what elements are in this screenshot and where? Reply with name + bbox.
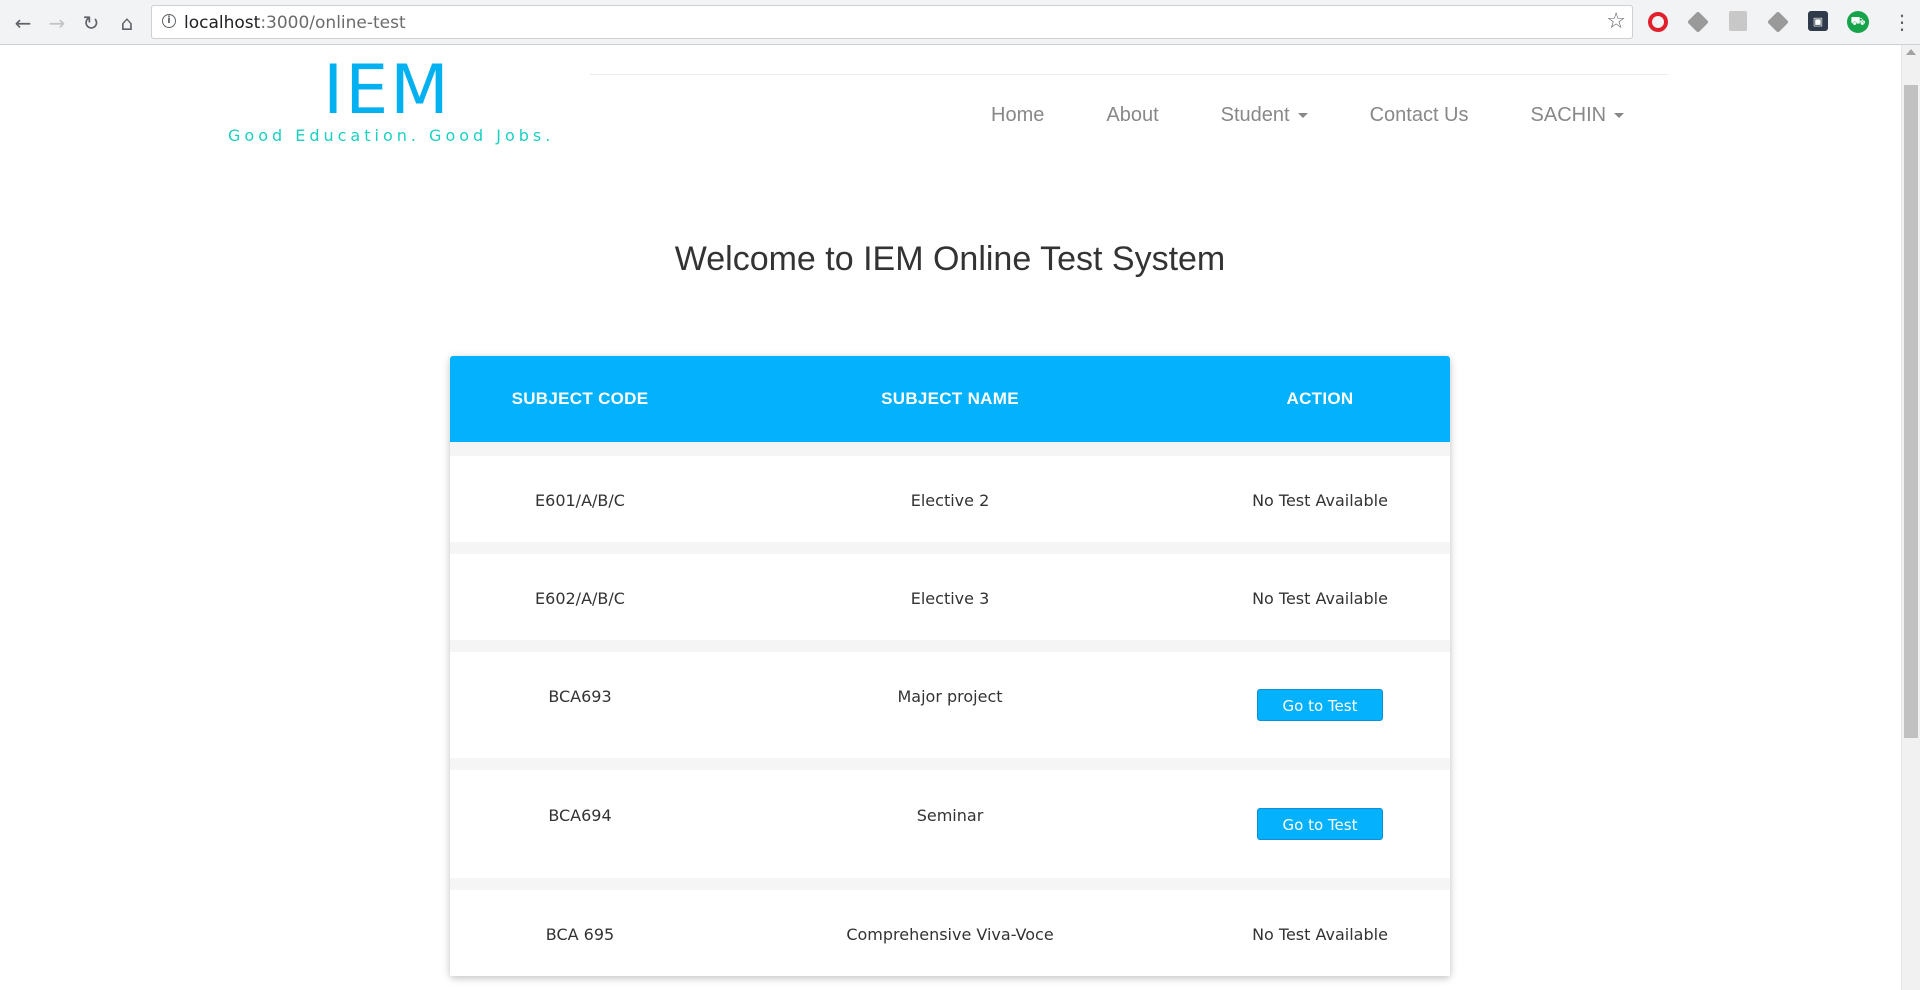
table-header: SUBJECT CODE SUBJECT NAME ACTION xyxy=(450,356,1450,442)
nav-label: SACHIN xyxy=(1530,103,1607,126)
logo-title: IEM xyxy=(323,51,451,130)
browser-toolbar: ← → ↻ ⌂ i localhost:3000/online-test ☆ ▣… xyxy=(0,0,1920,45)
subject-name-cell: Major project xyxy=(897,687,1003,706)
subject-name-cell: Seminar xyxy=(916,806,984,825)
table-row: E602/A/B/C Elective 3 No Test Available xyxy=(450,554,1450,640)
nav-student-dropdown[interactable]: Student xyxy=(1190,104,1339,127)
subjects-table: SUBJECT CODE SUBJECT NAME ACTION E601/A/… xyxy=(450,356,1450,976)
subject-code-cell: E602/A/B/C xyxy=(535,589,625,608)
cube-extension-icon[interactable] xyxy=(1687,11,1709,33)
action-status-text: No Test Available xyxy=(1252,589,1388,608)
nav-about[interactable]: About xyxy=(1075,104,1189,127)
cube-extension-icon[interactable] xyxy=(1767,11,1789,33)
logo-tagline: Good Education. Good Jobs. xyxy=(228,126,555,145)
page-scrollbar[interactable] xyxy=(1901,45,1920,990)
nav-label: Home xyxy=(991,103,1045,126)
scroll-thumb[interactable] xyxy=(1904,85,1918,738)
table-row: E601/A/B/C Elective 2 No Test Available xyxy=(450,456,1450,542)
action-cell: Go to Test xyxy=(1190,808,1450,840)
nav-label: About xyxy=(1106,103,1159,126)
opera-icon[interactable] xyxy=(1648,12,1668,32)
subject-name-cell: Elective 2 xyxy=(910,491,990,510)
table-row: BCA 695 Comprehensive Viva-Voce No Test … xyxy=(450,890,1450,976)
subject-name-cell: Comprehensive Viva-Voce xyxy=(846,925,1054,944)
nav-label: Student xyxy=(1220,103,1290,126)
url-host: localhost xyxy=(184,13,261,33)
home-icon[interactable]: ⌂ xyxy=(114,10,140,36)
column-header-action: ACTION xyxy=(1286,389,1354,408)
nav-contact-us[interactable]: Contact Us xyxy=(1339,104,1500,127)
go-to-test-button[interactable]: Go to Test xyxy=(1257,689,1383,721)
reload-icon[interactable]: ↻ xyxy=(78,10,104,36)
column-header-subject-code: SUBJECT CODE xyxy=(511,389,649,408)
nav-user-dropdown[interactable]: SACHIN xyxy=(1500,104,1656,127)
column-header-subject-name: SUBJECT NAME xyxy=(881,389,1019,408)
bookmark-star-icon[interactable]: ☆ xyxy=(1606,9,1626,34)
scroll-up-icon[interactable] xyxy=(1906,49,1916,55)
subject-code-cell: BCA693 xyxy=(548,687,612,706)
page-title: Welcome to IEM Online Test System xyxy=(674,240,1226,278)
action-cell: Go to Test xyxy=(1190,689,1450,721)
action-status-text: No Test Available xyxy=(1252,491,1388,510)
caret-down-icon xyxy=(1614,112,1625,118)
url-path: :3000/online-test xyxy=(260,13,406,33)
address-bar[interactable]: i localhost:3000/online-test ☆ xyxy=(151,5,1633,39)
header-divider xyxy=(590,74,1668,75)
subject-code-cell: E601/A/B/C xyxy=(535,491,625,510)
action-status-text: No Test Available xyxy=(1252,925,1388,944)
go-to-test-button[interactable]: Go to Test xyxy=(1257,808,1383,840)
nav-home[interactable]: Home xyxy=(960,104,1075,127)
table-row: BCA694 Seminar Go to Test xyxy=(450,770,1450,878)
nav-label: Contact Us xyxy=(1369,103,1469,126)
browser-menu-icon[interactable]: ⋮ xyxy=(1892,8,1912,36)
info-icon[interactable]: i xyxy=(162,14,176,28)
site-logo[interactable]: IEM Good Education. Good Jobs. xyxy=(228,51,555,146)
shopping-cart-extension-icon[interactable]: ⛟ xyxy=(1847,11,1869,33)
url-text[interactable]: localhost:3000/online-test xyxy=(184,13,406,33)
main-nav: Home About Student Contact Us SACHIN xyxy=(960,98,1655,132)
back-arrow-icon[interactable]: ← xyxy=(10,10,36,36)
table-row: BCA693 Major project Go to Test xyxy=(450,652,1450,758)
subject-code-cell: BCA694 xyxy=(548,806,612,825)
caret-down-icon xyxy=(1297,112,1308,118)
subject-code-cell: BCA 695 xyxy=(545,925,615,944)
forward-arrow-icon[interactable]: → xyxy=(44,10,70,36)
dark-extension-icon[interactable]: ▣ xyxy=(1808,11,1828,31)
pdf-extension-icon[interactable] xyxy=(1729,11,1747,31)
subject-name-cell: Elective 3 xyxy=(910,589,990,608)
